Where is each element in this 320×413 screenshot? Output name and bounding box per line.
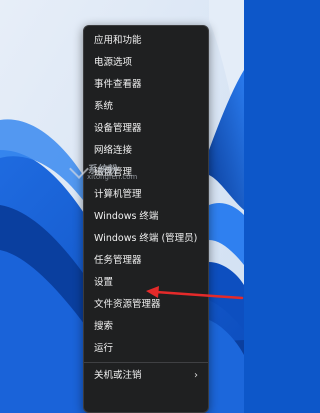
menu-separator <box>84 362 208 363</box>
menu-item-label: 事件查看器 <box>94 79 142 90</box>
menu-item[interactable]: 电源选项 <box>84 52 208 74</box>
menu-item-label: 系统 <box>94 101 114 112</box>
watermark-site: xitongfen.com <box>87 173 138 181</box>
menu-item[interactable]: 系统 <box>84 96 208 118</box>
menu-item[interactable]: Windows 终端 <box>84 206 208 228</box>
watermark: 系统粉 xitongfen.com <box>69 159 137 186</box>
red-arrow-annotation <box>146 286 244 300</box>
menu-item-label: 设备管理器 <box>94 123 142 134</box>
menu-item-label: 搜索 <box>94 321 114 332</box>
menu-item[interactable]: 搜索 <box>84 316 208 338</box>
menu-item[interactable]: 运行 <box>84 338 208 360</box>
quick-link-menu: 应用和功能 电源选项 事件查看器 系统 设备管理器 网络连接 磁盘管理 计算机管理 Window… <box>83 25 209 413</box>
menu-item-label: 网络连接 <box>94 145 133 156</box>
menu-item[interactable]: 应用和功能 <box>84 30 208 52</box>
menu-item[interactable]: Windows 终端 (管理员) <box>84 228 208 250</box>
menu-item[interactable]: 设备管理器 <box>84 118 208 140</box>
menu-item-label: 任务管理器 <box>94 255 142 266</box>
menu-item[interactable]: 网络连接 <box>84 140 208 162</box>
menu-item[interactable]: 任务管理器 <box>84 250 208 272</box>
menu-item-label: 应用和功能 <box>94 35 142 46</box>
menu-item[interactable]: 关机或注销 › <box>84 365 208 387</box>
menu-item-label: Windows 终端 (管理员) <box>94 233 198 244</box>
chevron-right-icon: › <box>194 370 198 381</box>
menu-item-label: Windows 终端 <box>94 211 159 222</box>
menu-item[interactable]: 事件查看器 <box>84 74 208 96</box>
menu-item-label: 设置 <box>94 277 114 288</box>
checkmark-logo-icon <box>69 159 89 179</box>
menu-item-label: 运行 <box>94 343 114 354</box>
menu-item-label: 计算机管理 <box>94 189 142 200</box>
menu-item-label: 电源选项 <box>94 57 133 68</box>
menu-item-label: 关机或注销 <box>94 370 142 381</box>
menu-item[interactable]: 计算机管理 <box>84 184 208 206</box>
